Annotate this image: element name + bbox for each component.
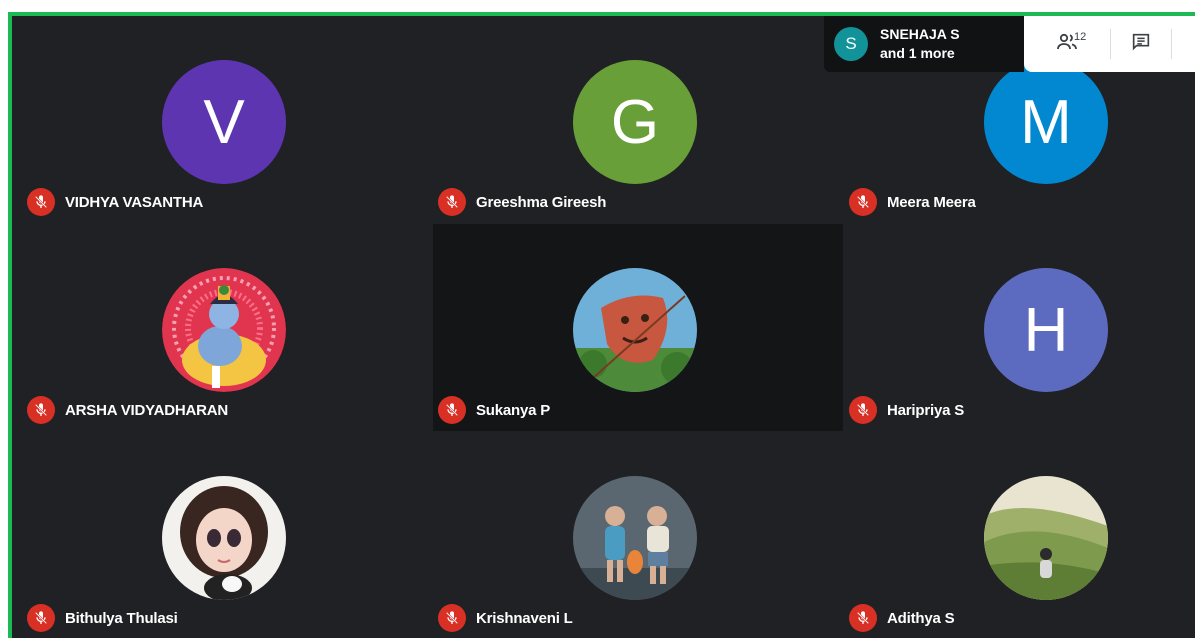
mic-off-icon: [27, 604, 55, 632]
participant-name: Meera Meera: [887, 193, 976, 211]
avatar-photo: [162, 268, 286, 392]
divider: [1171, 29, 1172, 59]
participant-name: ARSHA VIDYADHARAN: [65, 401, 229, 419]
participant-tile[interactable]: Krishnaveni L: [423, 432, 833, 638]
avatar: H: [984, 268, 1108, 392]
mic-off-icon: [438, 188, 466, 216]
participant-name: Sukanya P: [476, 401, 551, 419]
speaker-more: and 1 more: [880, 45, 955, 61]
avatar-photo: [573, 268, 697, 392]
mic-off-icon: [849, 396, 877, 424]
chat-icon: [1130, 31, 1152, 58]
panel-toggle-bar: 12: [1024, 16, 1195, 72]
speaker-name: SNEHAJA S: [880, 26, 960, 42]
avatar-photo: [162, 476, 286, 600]
participant-tile[interactable]: ARSHA VIDYADHARAN: [12, 224, 422, 431]
participant-name: Krishnaveni L: [476, 609, 573, 627]
avatar: G: [573, 60, 697, 184]
avatar: M: [984, 60, 1108, 184]
participant-tile[interactable]: Bithulya Thulasi: [12, 432, 422, 638]
mic-off-icon: [849, 604, 877, 632]
participant-name: VIDHYA VASANTHA: [65, 193, 204, 211]
avatar-photo: [984, 476, 1108, 600]
mic-off-icon: [849, 188, 877, 216]
chat-button[interactable]: [1111, 16, 1171, 72]
participant-name: Bithulya Thulasi: [65, 609, 178, 627]
active-speaker-chip[interactable]: S SNEHAJA S and 1 more: [824, 16, 1024, 72]
video-grid: V VIDHYA VASANTHA G Greeshma Gireesh M M…: [8, 12, 1195, 638]
participant-name: Adithya S: [887, 609, 955, 627]
participant-name: Haripriya S: [887, 401, 965, 419]
speaker-avatar: S: [834, 27, 868, 61]
people-button[interactable]: 12: [1024, 16, 1110, 72]
people-count-badge: 12: [1074, 31, 1087, 43]
participant-tile[interactable]: V VIDHYA VASANTHA: [12, 16, 422, 223]
mic-off-icon: [438, 604, 466, 632]
participant-tile[interactable]: Adithya S: [834, 432, 1195, 638]
avatar-photo: [573, 476, 697, 600]
participant-tile[interactable]: G Greeshma Gireesh: [423, 16, 833, 223]
avatar: V: [162, 60, 286, 184]
participant-tile-active-speaker[interactable]: Sukanya P: [433, 224, 843, 431]
mic-off-icon: [27, 188, 55, 216]
mic-off-icon: [27, 396, 55, 424]
participant-tile[interactable]: H Haripriya S: [834, 224, 1195, 431]
mic-off-icon: [438, 396, 466, 424]
participant-name: Greeshma Gireesh: [476, 193, 607, 211]
